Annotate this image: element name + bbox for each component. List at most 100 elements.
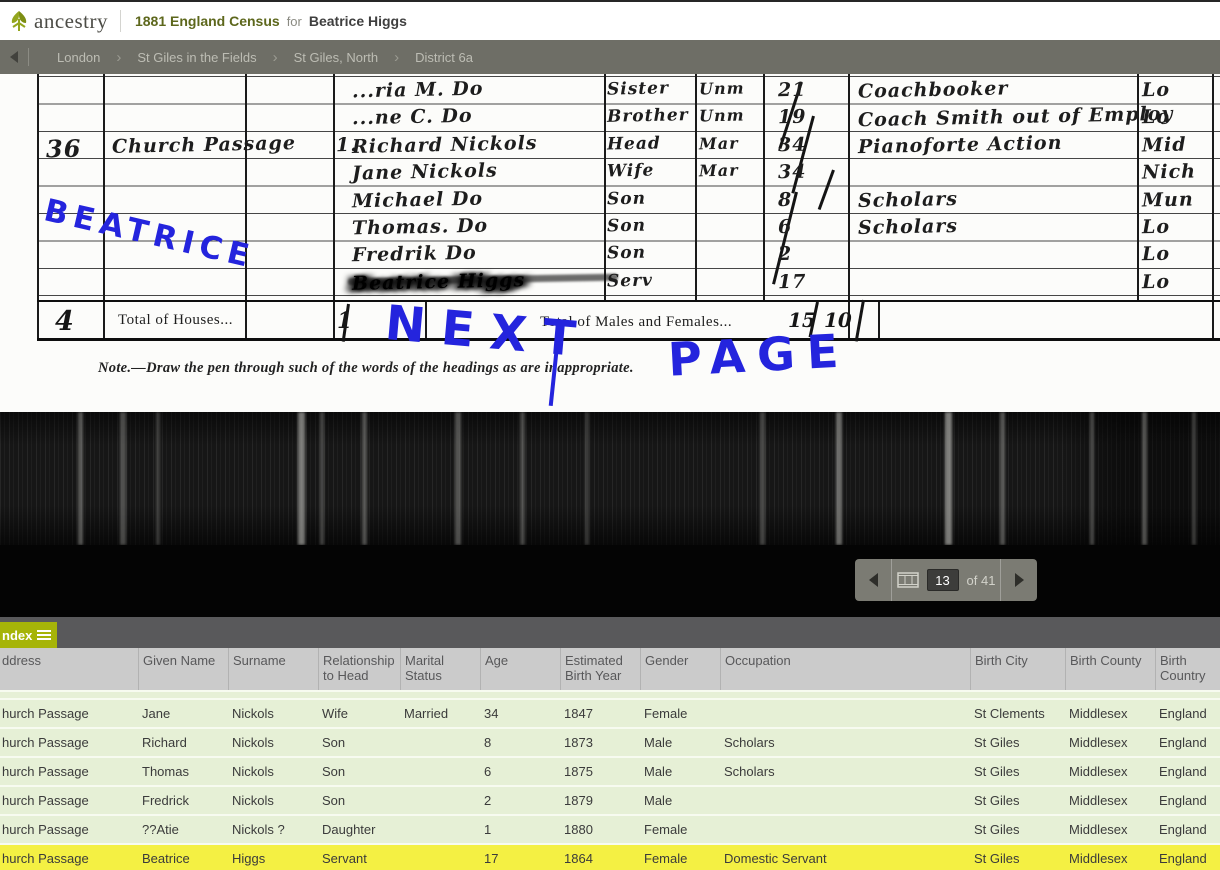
table-row[interactable]: hurch Passage??AtieNickols ?Daughter1188… (0, 814, 1220, 843)
ancestry-record-viewer: ancestry 1881 England Census for Beatric… (0, 0, 1220, 870)
table-cell: 1873 (560, 729, 640, 756)
column-header-gender[interactable]: Gender (640, 648, 720, 690)
next-page-button[interactable] (1001, 559, 1037, 601)
chevron-right-icon: › (273, 49, 278, 66)
handwritten-age: 17 (778, 271, 807, 294)
index-table-rows: hurch PassageJaneNickolsWifeMarried34184… (0, 690, 1220, 870)
ancestry-logo[interactable]: ancestry (8, 9, 108, 34)
document-column-line (878, 300, 880, 340)
table-cell (720, 787, 970, 814)
handwritten-occupation: Pianoforte Action (858, 132, 1063, 158)
table-cell: 1864 (560, 845, 640, 870)
table-row-highlighted[interactable]: hurch PassageBeatriceHiggsServant171864F… (0, 843, 1220, 870)
houses-value: 1 (337, 308, 352, 334)
table-cell: St Giles (970, 816, 1065, 843)
table-cell: Female (640, 700, 720, 727)
image-viewer: 4 Total of Houses... 1 Total of Males an… (0, 74, 1220, 617)
handwritten-condition: Unm (699, 106, 745, 126)
column-header-age[interactable]: Age (480, 648, 560, 690)
table-cell: Middlesex (1065, 700, 1155, 727)
column-header-birth-city[interactable]: Birth City (970, 648, 1065, 690)
table-cell: Daughter (318, 816, 400, 843)
census-entry-row: ...ria M. DoSisterUnm21CoachbookerLo (0, 79, 1220, 106)
table-cell: England (1155, 758, 1220, 785)
table-cell: Servant (318, 845, 400, 870)
handwritten-occupation: Coach Smith out of Employ (858, 103, 1174, 132)
census-entry-row: Beatrice HiggsServ17Lo (0, 271, 1220, 298)
census-document-image[interactable]: 4 Total of Houses... 1 Total of Males an… (0, 74, 1220, 412)
table-cell: St Giles (970, 787, 1065, 814)
table-cell: Son (318, 787, 400, 814)
table-cell: Wife (318, 700, 400, 727)
column-header-marital-status[interactable]: Marital Status (400, 648, 480, 690)
table-cell: Middlesex (1065, 758, 1155, 785)
column-header-birth-country[interactable]: Birth Country (1155, 648, 1220, 690)
table-row[interactable]: hurch PassageJaneNickolsWifeMarried34184… (0, 698, 1220, 727)
column-header-occupation[interactable]: Occupation (720, 648, 970, 690)
table-cell: Higgs (228, 845, 318, 870)
census-entry-row: Fredrik DoSon2Lo (0, 243, 1220, 270)
handwritten-relation: Son (607, 216, 646, 237)
column-header-relationship-to-head[interactable]: Relationship to Head (318, 648, 400, 690)
breadcrumb-item-st-giles-fields[interactable]: St Giles in the Fields (137, 50, 256, 65)
table-cell (400, 729, 480, 756)
table-cell: England (1155, 787, 1220, 814)
column-header-birth-county[interactable]: Birth County (1065, 648, 1155, 690)
top-header: ancestry 1881 England Census for Beatric… (0, 0, 1220, 40)
table-cell (720, 700, 970, 727)
column-header-ddress[interactable]: ddress (0, 648, 138, 690)
table-cell: hurch Passage (0, 758, 138, 785)
blue-annotation-next: NEXT (383, 295, 594, 369)
table-cell: Middlesex (1065, 845, 1155, 870)
record-title: 1881 England Census (135, 13, 280, 29)
table-cell: Married (400, 700, 480, 727)
clipped-table-row[interactable] (0, 690, 1220, 698)
handwritten-relation: Wife (607, 161, 655, 182)
census-entry-row: 36Church Passage1.Richard NickolsHeadMar… (0, 134, 1220, 161)
column-header-surname[interactable]: Surname (228, 648, 318, 690)
table-cell: Middlesex (1065, 816, 1155, 843)
handwritten-relation: Head (607, 133, 661, 154)
table-cell: hurch Passage (0, 729, 138, 756)
table-cell: 8 (480, 729, 560, 756)
handwritten-born: Lo (1142, 106, 1171, 129)
breadcrumb-item-london[interactable]: London (57, 50, 100, 65)
breadcrumb-back-icon[interactable] (10, 51, 18, 63)
handwritten-born: Lo (1142, 216, 1171, 239)
document-row-line (37, 300, 1220, 302)
index-panel: ndex ddressGiven NameSurnameRelationship… (0, 617, 1220, 870)
breadcrumb-item-st-giles-north[interactable]: St Giles, North (294, 50, 379, 65)
table-row[interactable]: hurch PassageThomasNickolsSon61875MaleSc… (0, 756, 1220, 785)
table-row[interactable]: hurch PassageFredrickNickolsSon21879Male… (0, 785, 1220, 814)
table-cell: England (1155, 845, 1220, 870)
total-houses-label: Total of Houses... (118, 312, 233, 329)
table-cell (400, 845, 480, 870)
filmstrip-icon (897, 572, 919, 588)
viewer-bottom-area: of 41 (0, 545, 1220, 617)
record-person-name: Beatrice Higgs (309, 13, 407, 29)
handwritten-age: 8 (778, 188, 793, 210)
page-number-input[interactable] (927, 569, 959, 591)
index-tab[interactable]: ndex (0, 622, 57, 648)
left-arrow-icon (869, 573, 878, 587)
hamburger-menu-icon (37, 630, 51, 640)
table-cell: England (1155, 816, 1220, 843)
table-cell: 2 (480, 787, 560, 814)
column-header-estimated-birth-year[interactable]: Estimated Birth Year (560, 648, 640, 690)
table-cell: England (1155, 700, 1220, 727)
table-cell: Nickols (228, 729, 318, 756)
handwritten-name: ...ria M. Do (352, 78, 484, 103)
page-navigator: of 41 (855, 559, 1037, 601)
table-cell: Female (640, 816, 720, 843)
table-cell: 1875 (560, 758, 640, 785)
table-row[interactable]: hurch PassageRichardNickolsSon81873MaleS… (0, 727, 1220, 756)
handwritten-schedule: 36 (46, 133, 82, 163)
previous-page-button[interactable] (855, 559, 891, 601)
handwritten-relation: Serv (607, 271, 653, 292)
table-cell: hurch Passage (0, 787, 138, 814)
column-header-given-name[interactable]: Given Name (138, 648, 228, 690)
handwritten-born: Mun (1142, 188, 1194, 211)
table-cell: St Clements (970, 700, 1065, 727)
breadcrumb-item-district[interactable]: District 6a (415, 50, 473, 65)
index-table-header: ddressGiven NameSurnameRelationship to H… (0, 648, 1220, 690)
